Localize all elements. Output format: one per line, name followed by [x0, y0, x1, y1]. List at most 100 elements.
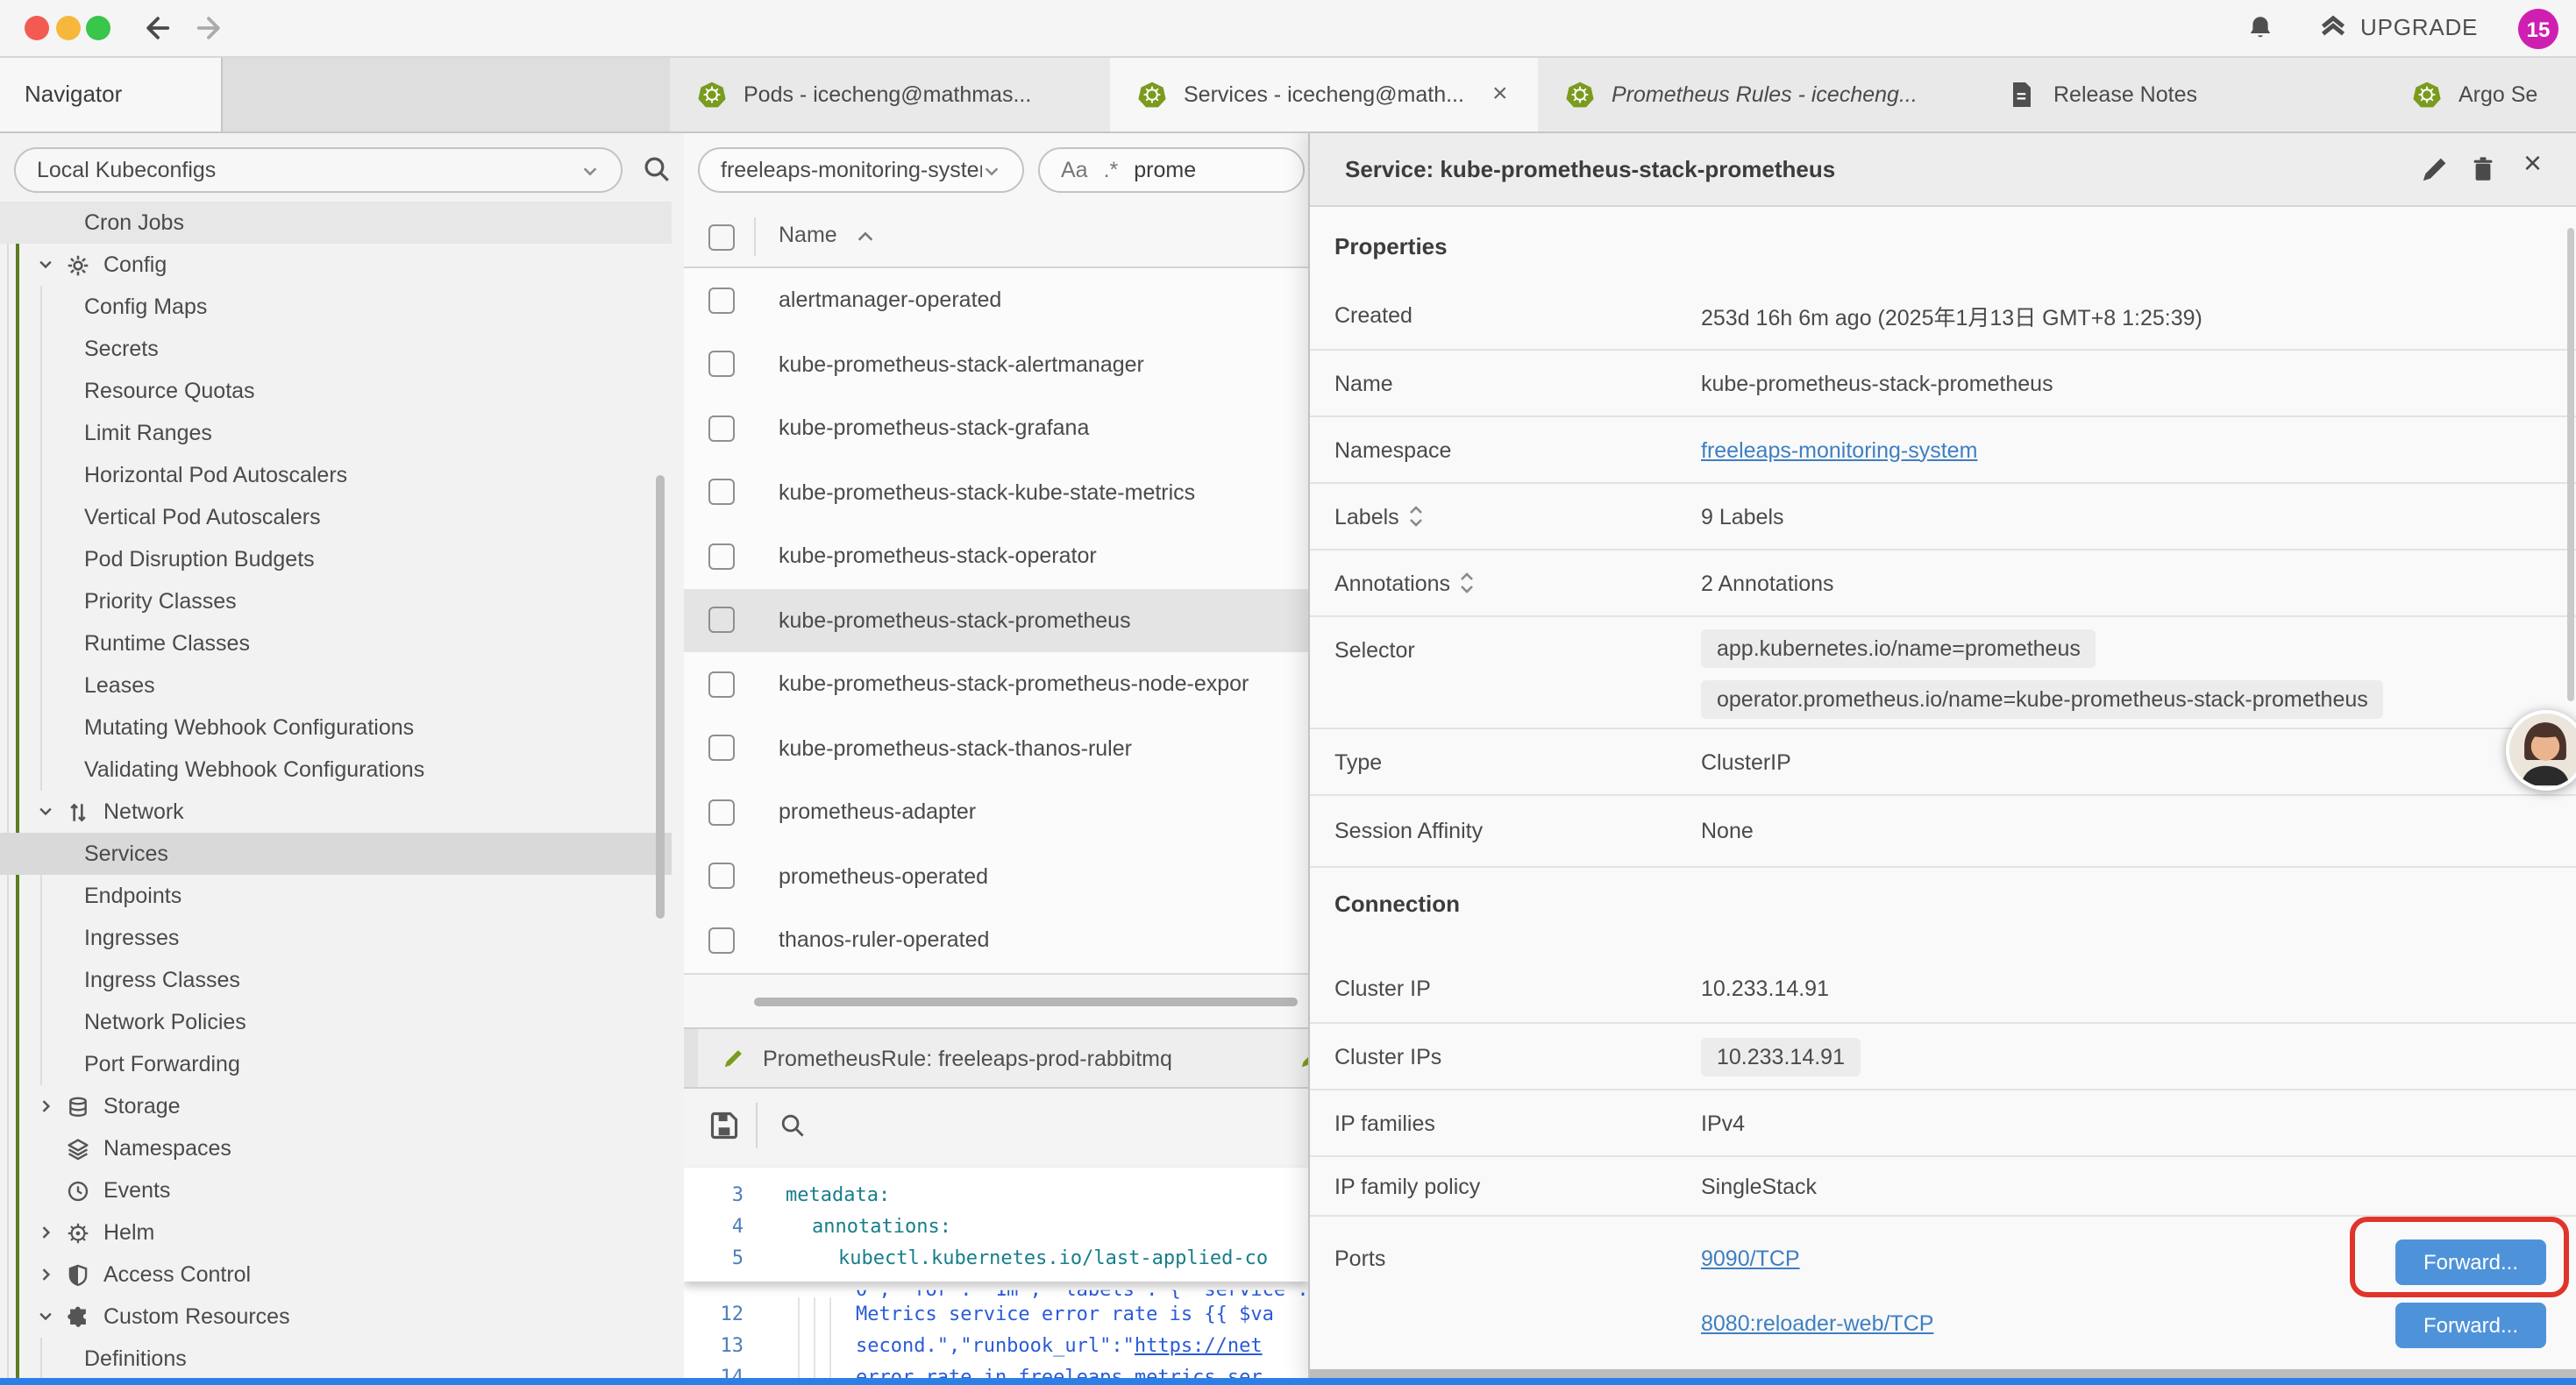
sidebar-search-icon[interactable]	[642, 154, 672, 184]
sidebar-item-services[interactable]: Services	[0, 833, 672, 875]
sidebar-item-port-forwarding[interactable]: Port Forwarding	[0, 1043, 672, 1085]
back-icon[interactable]	[142, 12, 174, 44]
editor-search-icon[interactable]	[779, 1112, 807, 1140]
service-row[interactable]: prometheus-operated	[684, 844, 1308, 910]
match-case-icon[interactable]: Aa	[1061, 158, 1088, 182]
editor-tab-partial[interactable]	[1292, 1029, 1308, 1087]
document-icon	[2008, 80, 2036, 108]
maximize-traffic-light[interactable]	[86, 16, 110, 40]
sidebar-item-events[interactable]: Events	[0, 1169, 672, 1211]
notifications-bell-icon[interactable]	[2246, 14, 2274, 42]
service-row-selected[interactable]: kube-prometheus-stack-prometheus	[684, 588, 1308, 654]
service-row[interactable]: kube-prometheus-stack-kube-state-metrics	[684, 460, 1308, 526]
sidebar-item-secrets[interactable]: Secrets	[0, 328, 672, 370]
delete-trash-icon[interactable]	[2469, 154, 2499, 184]
sort-ascending-icon[interactable]	[856, 230, 875, 244]
row-checkbox[interactable]	[708, 671, 735, 697]
row-checkbox[interactable]	[708, 735, 735, 761]
sidebar-item-limit-ranges[interactable]: Limit Ranges	[0, 412, 672, 454]
sidebar-scrollbar[interactable]	[656, 475, 665, 919]
editor-tab-prometheusrule[interactable]: PrometheusRule: freeleaps-prod-rabbitmq	[698, 1029, 1294, 1087]
service-row[interactable]: kube-prometheus-stack-thanos-ruler	[684, 716, 1308, 782]
tab-prometheus-rules[interactable]: Prometheus Rules - icecheng...	[1538, 56, 1982, 131]
sidebar-group-network[interactable]: Network	[0, 791, 672, 833]
tab-release-notes[interactable]: Release Notes	[1980, 56, 2387, 131]
select-all-checkbox[interactable]	[708, 224, 735, 251]
yaml-line-3: 3 metadata:	[684, 1178, 1308, 1210]
upgrade-button[interactable]: UPGRADE	[2318, 12, 2478, 42]
row-checkbox[interactable]	[708, 927, 735, 953]
edit-pencil-icon[interactable]	[2420, 154, 2450, 184]
row-checkbox[interactable]	[708, 415, 735, 441]
row-checkbox[interactable]	[708, 863, 735, 889]
row-checkbox[interactable]	[708, 479, 735, 505]
sidebar-group-config[interactable]: Config	[0, 244, 672, 286]
horizontal-scrollbar[interactable]	[754, 998, 1298, 1006]
notification-count-badge[interactable]: 15	[2518, 9, 2558, 49]
expand-collapse-icon[interactable]	[1459, 572, 1475, 594]
service-row[interactable]: prometheus-adapter	[684, 780, 1308, 846]
sidebar-item-priority-classes[interactable]: Priority Classes	[0, 580, 672, 622]
sidebar-item-config-maps[interactable]: Config Maps	[0, 286, 672, 328]
sidebar-item-vertical-pod-autoscalers[interactable]: Vertical Pod Autoscalers	[0, 496, 672, 538]
service-detail-panel: Service: kube-prometheus-stack-prometheu…	[1308, 131, 2576, 1385]
sidebar-item-pod-disruption-budgets[interactable]: Pod Disruption Budgets	[0, 538, 672, 580]
save-icon[interactable]	[708, 1110, 740, 1141]
name-column-header[interactable]: Name	[779, 223, 837, 247]
sidebar-group-helm[interactable]: Helm	[0, 1211, 672, 1254]
yaml-editor[interactable]: 0", "for": "1m", "labels": { "service": …	[684, 1168, 1308, 1385]
row-checkbox[interactable]	[708, 799, 735, 825]
close-panel-icon[interactable]: ×	[2523, 147, 2553, 177]
row-checkbox[interactable]	[708, 607, 735, 633]
row-checkbox[interactable]	[708, 287, 735, 313]
close-traffic-light[interactable]	[25, 16, 49, 40]
port-link[interactable]: 8080:reloader-web/TCP	[1701, 1311, 1933, 1336]
forward-icon[interactable]	[193, 12, 224, 44]
expand-collapse-icon[interactable]	[1408, 505, 1424, 528]
forward-port-button[interactable]: Forward...	[2395, 1303, 2546, 1348]
sidebar-item-validating-webhook-configurations[interactable]: Validating Webhook Configurations	[0, 749, 672, 791]
sidebar-item-ingress-classes[interactable]: Ingress Classes	[0, 959, 672, 1001]
sidebar-item-ingresses[interactable]: Ingresses	[0, 917, 672, 959]
sidebar-item-namespaces[interactable]: Namespaces	[0, 1127, 672, 1169]
detail-horizontal-scrollbar[interactable]	[1310, 1369, 2576, 1378]
detail-header: Service: kube-prometheus-stack-prometheu…	[1310, 131, 2576, 207]
namespace-link[interactable]: freeleaps-monitoring-system	[1701, 437, 1977, 462]
bottom-accent-bar	[0, 1378, 2576, 1385]
service-row[interactable]: kube-prometheus-stack-operator	[684, 524, 1308, 590]
namespace-selector[interactable]: freeleaps-monitoring-system	[698, 147, 1024, 193]
sidebar-group-custom-resources[interactable]: Custom Resources	[0, 1296, 672, 1338]
kubeconfig-selector[interactable]: Local Kubeconfigs	[14, 147, 623, 193]
sidebar-item-mutating-webhook-configurations[interactable]: Mutating Webhook Configurations	[0, 707, 672, 749]
filter-input[interactable]	[1134, 158, 1239, 182]
regex-icon[interactable]: .*	[1104, 158, 1119, 182]
tab-services[interactable]: Services - icecheng@math... ×	[1110, 56, 1540, 131]
sidebar-item-definitions[interactable]: Definitions	[0, 1338, 672, 1380]
detail-vertical-scrollbar[interactable]	[2567, 228, 2574, 701]
sidebar-group-storage[interactable]: Storage	[0, 1085, 672, 1127]
sidebar-item-cron-jobs[interactable]: Cron Jobs	[0, 202, 672, 244]
filter-input-box[interactable]: Aa .*	[1038, 147, 1305, 193]
close-tab-icon[interactable]: ×	[1482, 81, 1519, 107]
sidebar-item-horizontal-pod-autoscalers[interactable]: Horizontal Pod Autoscalers	[0, 454, 672, 496]
row-checkbox[interactable]	[708, 543, 735, 569]
yaml-runbook-link[interactable]: https://net	[1135, 1333, 1263, 1356]
minimize-traffic-light[interactable]	[55, 16, 80, 40]
service-row[interactable]: kube-prometheus-stack-prometheus-node-ex…	[684, 652, 1308, 718]
port-link[interactable]: 9090/TCP	[1701, 1246, 1800, 1271]
editor-toolbar	[684, 1089, 1308, 1168]
sidebar-item-resource-quotas[interactable]: Resource Quotas	[0, 370, 672, 412]
sidebar-group-access-control[interactable]: Access Control	[0, 1254, 672, 1296]
sidebar-item-leases[interactable]: Leases	[0, 664, 672, 707]
sidebar-item-endpoints[interactable]: Endpoints	[0, 875, 672, 917]
service-row[interactable]: alertmanager-operated	[684, 268, 1308, 334]
tab-pods[interactable]: Pods - icecheng@mathmas...	[670, 56, 1112, 131]
service-row[interactable]: thanos-ruler-operated	[684, 908, 1308, 974]
navigator-panel-tab[interactable]: Navigator	[0, 56, 223, 131]
service-row[interactable]: kube-prometheus-stack-alertmanager	[684, 332, 1308, 398]
sidebar-item-runtime-classes[interactable]: Runtime Classes	[0, 622, 672, 664]
row-checkbox[interactable]	[708, 351, 735, 377]
service-row[interactable]: kube-prometheus-stack-grafana	[684, 396, 1308, 462]
tab-argo[interactable]: Argo Se	[2385, 56, 2576, 131]
sidebar-item-network-policies[interactable]: Network Policies	[0, 1001, 672, 1043]
